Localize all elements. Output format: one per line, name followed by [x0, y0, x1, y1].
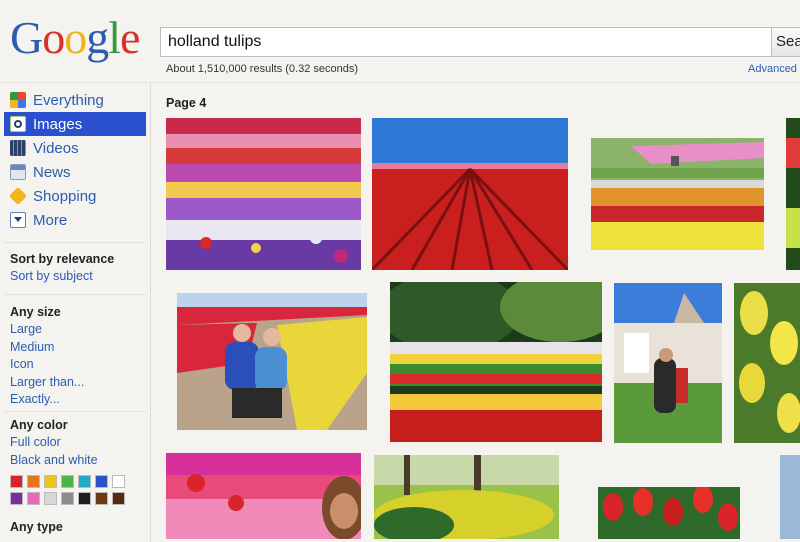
sidebar-item-more[interactable]: More — [4, 208, 146, 232]
size-option-medium[interactable]: Medium — [10, 339, 84, 357]
videos-icon — [10, 140, 26, 156]
image-result-thumbnail[interactable] — [390, 282, 602, 442]
logo-letter: o — [42, 12, 65, 63]
logo-letter: l — [108, 12, 121, 63]
color-heading[interactable]: Any color — [10, 416, 125, 434]
sidebar-divider — [150, 82, 151, 542]
everything-icon — [10, 92, 26, 108]
search-input[interactable]: holland tulips — [160, 27, 772, 57]
logo-letter: o — [64, 12, 87, 63]
sort-by-subject-link[interactable]: Sort by subject — [10, 268, 114, 286]
sidebar-item-label: Everything — [33, 91, 104, 109]
shopping-icon — [8, 186, 28, 206]
search-button[interactable]: Sea — [771, 27, 800, 57]
color-swatch[interactable] — [112, 475, 125, 488]
image-result-thumbnail[interactable] — [591, 138, 764, 250]
sidebar-item-label: Shopping — [33, 187, 97, 205]
sidebar-item-shopping[interactable]: Shopping — [4, 184, 146, 208]
sidebar-item-label: News — [33, 163, 71, 181]
sidebar-separator — [4, 411, 146, 412]
sidebar-item-images[interactable]: Images — [4, 112, 146, 136]
color-section: Any color Full color Black and white — [10, 416, 125, 505]
color-option-full[interactable]: Full color — [10, 434, 125, 452]
color-swatch[interactable] — [95, 475, 108, 488]
sidebar: Everything Images Videos News Shopping M… — [0, 88, 150, 232]
image-result-thumbnail[interactable] — [786, 118, 800, 270]
page-label: Page 4 — [166, 96, 207, 110]
color-swatch[interactable] — [27, 475, 40, 488]
sidebar-separator — [4, 294, 146, 295]
image-result-thumbnail[interactable] — [166, 453, 361, 539]
images-icon — [10, 116, 26, 132]
advanced-search-link[interactable]: Advanced — [748, 63, 797, 75]
header-divider — [0, 82, 800, 83]
color-swatch[interactable] — [10, 492, 23, 505]
sidebar-item-news[interactable]: News — [4, 160, 146, 184]
size-section: Any size Large Medium Icon Larger than..… — [10, 303, 84, 409]
image-result-thumbnail[interactable] — [598, 487, 740, 539]
sidebar-item-everything[interactable]: Everything — [4, 88, 146, 112]
logo-letter: e — [120, 12, 140, 63]
more-icon — [10, 212, 26, 228]
sidebar-item-label: More — [33, 211, 68, 229]
sidebar-item-videos[interactable]: Videos — [4, 136, 146, 160]
size-option-exactly[interactable]: Exactly... — [10, 391, 84, 409]
image-result-thumbnail[interactable] — [780, 455, 800, 539]
image-result-thumbnail[interactable] — [177, 293, 367, 430]
color-swatch-grid — [10, 475, 125, 505]
color-swatch[interactable] — [10, 475, 23, 488]
sort-section: Sort by relevance Sort by subject — [10, 250, 114, 286]
color-swatch[interactable] — [27, 492, 40, 505]
image-result-thumbnail[interactable] — [372, 118, 568, 270]
sidebar-item-label: Videos — [33, 139, 79, 157]
color-swatch[interactable] — [61, 475, 74, 488]
sidebar-item-label: Images — [33, 115, 83, 133]
type-heading[interactable]: Any type — [10, 518, 63, 536]
size-option-icon[interactable]: Icon — [10, 356, 84, 374]
logo-letter: G — [10, 12, 43, 63]
image-result-thumbnail[interactable] — [374, 455, 559, 539]
size-option-large[interactable]: Large — [10, 321, 84, 339]
type-section: Any type — [10, 518, 63, 536]
image-result-thumbnail[interactable] — [614, 283, 722, 443]
logo-letter: g — [86, 12, 109, 63]
sort-heading[interactable]: Sort by relevance — [10, 250, 114, 268]
color-swatch[interactable] — [44, 475, 57, 488]
results-stats: About 1,510,000 results (0.32 seconds) — [166, 63, 359, 75]
color-swatch[interactable] — [112, 492, 125, 505]
sidebar-separator — [4, 242, 146, 243]
color-swatch[interactable] — [78, 492, 91, 505]
color-option-bw[interactable]: Black and white — [10, 452, 125, 470]
google-logo[interactable]: Google — [10, 12, 140, 63]
image-result-thumbnail[interactable] — [166, 118, 361, 270]
size-option-larger-than[interactable]: Larger than... — [10, 374, 84, 392]
color-swatch[interactable] — [44, 492, 57, 505]
image-result-thumbnail[interactable] — [734, 283, 800, 443]
size-heading[interactable]: Any size — [10, 303, 84, 321]
color-swatch[interactable] — [61, 492, 74, 505]
color-swatch[interactable] — [95, 492, 108, 505]
color-swatch[interactable] — [78, 475, 91, 488]
news-icon — [10, 164, 26, 180]
